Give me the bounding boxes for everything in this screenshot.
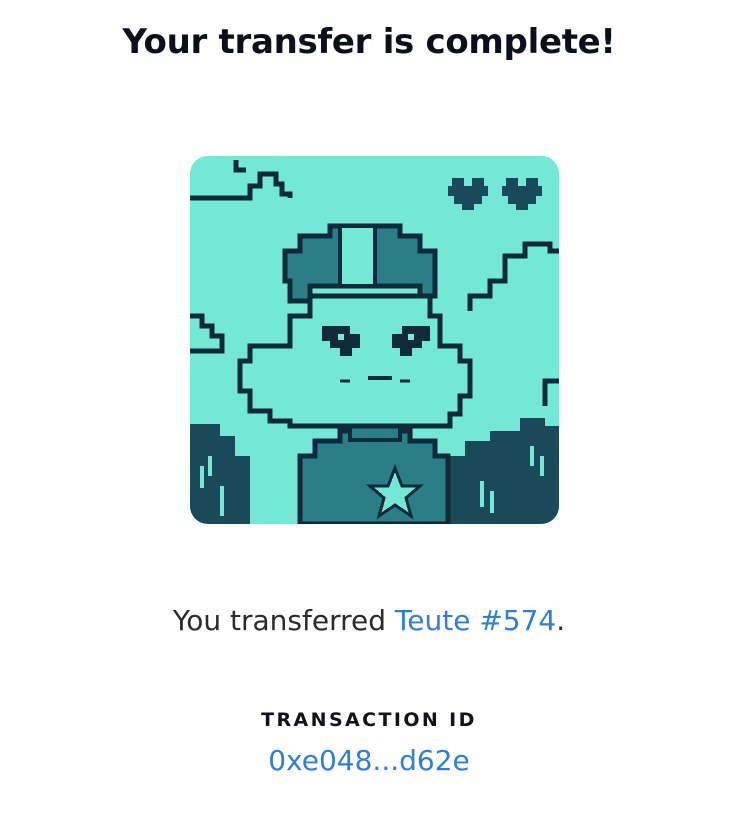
nft-image bbox=[190, 156, 559, 524]
alien-body bbox=[297, 422, 451, 524]
summary-suffix: . bbox=[556, 604, 566, 637]
transaction-id-link[interactable]: 0xe048...d62e bbox=[268, 744, 470, 777]
transfer-complete-page: Your transfer is complete! You transferr… bbox=[0, 0, 738, 818]
nft-item-link[interactable]: Teute #574 bbox=[395, 604, 556, 637]
transfer-summary: You transferred Teute #574. bbox=[0, 604, 738, 637]
page-title: Your transfer is complete! bbox=[122, 22, 616, 62]
summary-prefix: You transferred bbox=[172, 604, 395, 637]
transaction-id-label: TRANSACTION ID bbox=[261, 709, 477, 731]
